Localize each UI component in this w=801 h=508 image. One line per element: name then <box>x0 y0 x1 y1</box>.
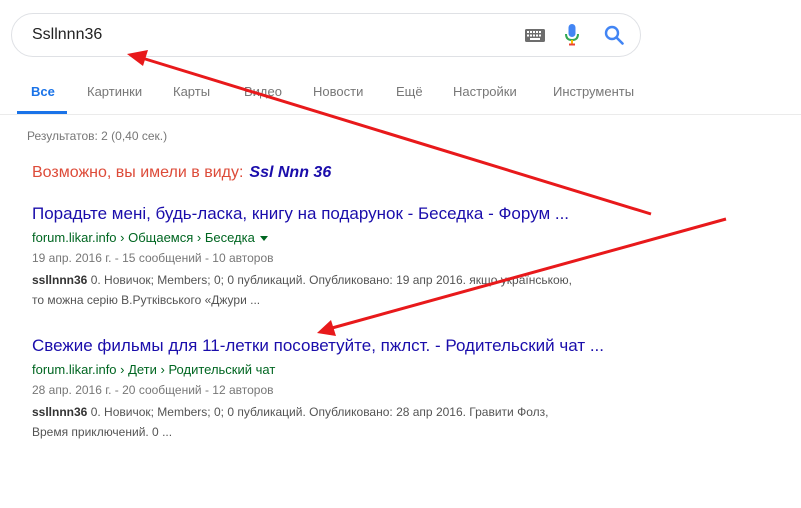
tab-maps[interactable]: Карты <box>173 84 210 99</box>
did-you-mean-suggestion[interactable]: Ssl Nnn 36 <box>249 164 331 181</box>
result-url-text: forum.likar.info › Общаемся › Беседка <box>32 230 255 245</box>
search-icon[interactable] <box>604 25 624 45</box>
search-box[interactable] <box>11 13 641 57</box>
snippet-highlight: ssllnnn36 <box>32 273 88 287</box>
result-meta: 19 апр. 2016 г. - 15 сообщений - 10 авто… <box>32 251 274 265</box>
tab-news[interactable]: Новости <box>313 84 363 99</box>
result-snippet: ssllnnn36 0. Новичок; Members; 0; 0 публ… <box>32 270 632 310</box>
result-snippet: ssllnnn36 0. Новичок; Members; 0; 0 публ… <box>32 402 632 442</box>
snippet-highlight: ssllnnn36 <box>32 405 88 419</box>
search-result: Свежие фильмы для 11-летки посоветуйте, … <box>32 335 632 442</box>
snippet-text: 0. Новичок; Members; 0; 0 публикаций. Оп… <box>87 405 549 419</box>
tab-settings[interactable]: Настройки <box>453 84 517 99</box>
tab-tools[interactable]: Инструменты <box>553 84 634 99</box>
result-url: forum.likar.info › Дети › Родительский ч… <box>32 361 632 378</box>
result-title[interactable]: Свежие фильмы для 11-летки посоветуйте, … <box>32 335 632 357</box>
result-stats: Результатов: 2 (0,40 сек.) <box>27 129 168 143</box>
snippet-text: Время приключений. 0 ... <box>32 425 173 439</box>
snippet-text: 0. Новичок; Members; 0; 0 публикаций. Оп… <box>87 273 572 287</box>
tab-all[interactable]: Все <box>31 84 55 99</box>
search-result: Порадьте мені, будь-ласка, книгу на пода… <box>32 203 632 310</box>
result-title[interactable]: Порадьте мені, будь-ласка, книгу на пода… <box>32 203 632 225</box>
search-tabs: Все Картинки Карты Видео Новости Ещё Нас… <box>0 76 801 115</box>
result-url-text: forum.likar.info › Дети › Родительский ч… <box>32 362 276 377</box>
annotation-arrow <box>127 50 652 216</box>
search-input[interactable] <box>32 14 502 56</box>
tab-video[interactable]: Видео <box>244 84 282 99</box>
microphone-icon[interactable] <box>565 24 579 46</box>
result-meta: 28 апр. 2016 г. - 20 сообщений - 12 авто… <box>32 383 274 397</box>
result-url: forum.likar.info › Общаемся › Беседка <box>32 229 632 246</box>
snippet-text: то можна серію В.Рутківського «Джури ... <box>32 293 261 307</box>
keyboard-icon[interactable] <box>525 29 545 42</box>
did-you-mean-prefix: Возможно, вы имели в виду: <box>32 164 244 181</box>
active-tab-indicator <box>17 111 67 114</box>
tab-images[interactable]: Картинки <box>87 84 142 99</box>
did-you-mean: Возможно, вы имели в виду: Ssl Nnn 36 <box>32 164 331 182</box>
tab-more[interactable]: Ещё <box>396 84 423 99</box>
dropdown-arrow-icon[interactable] <box>259 236 268 242</box>
